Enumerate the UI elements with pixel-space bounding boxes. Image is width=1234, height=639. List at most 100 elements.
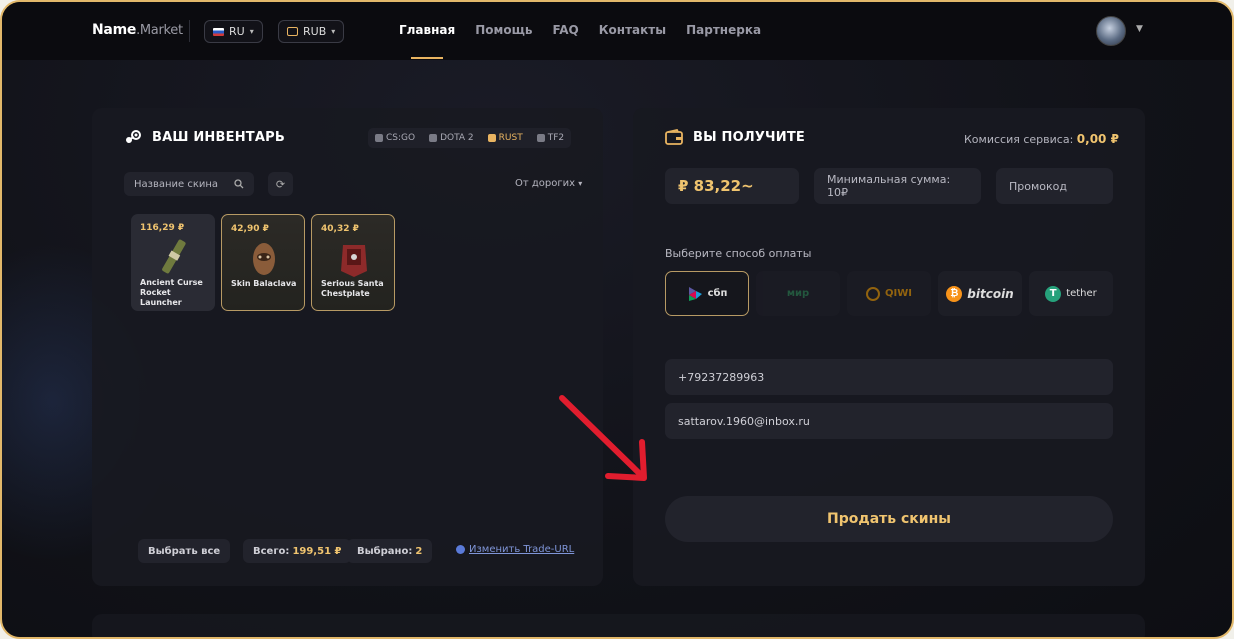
nav-partners[interactable]: Партнерка	[686, 23, 761, 37]
amount-value: ₽ 83,22~	[678, 177, 754, 195]
bitcoin-icon: ₿	[946, 285, 963, 302]
rocket-launcher-image	[162, 239, 186, 274]
tab-label: RUST	[498, 133, 523, 143]
refresh-button[interactable]: ⟳	[268, 172, 293, 196]
email-field[interactable]: sattarov.1960@inbox.ru	[665, 403, 1113, 439]
nav-home[interactable]: Главная	[399, 23, 455, 59]
logo-sub: .Market	[136, 23, 183, 38]
csgo-icon	[375, 134, 383, 142]
header: Name.Market RU ▾ RUB ▾ Главная Помощь FA…	[2, 2, 1232, 60]
phone-field[interactable]: +79237289963	[665, 359, 1113, 395]
trade-url-link[interactable]: Изменить Trade-URL	[456, 544, 574, 555]
wallet-icon	[665, 129, 683, 145]
payment-bitcoin[interactable]: ₿ bitcoin	[938, 271, 1022, 316]
bitcoin-label: bitcoin	[967, 286, 1014, 301]
commission-info: Комиссия сервиса: 0,00 ₽	[964, 132, 1119, 146]
main-nav: Главная Помощь FAQ Контакты Партнерка	[399, 23, 761, 59]
select-all-label: Выбрать все	[148, 545, 221, 557]
tether-label: tether	[1066, 288, 1097, 299]
commission-label: Комиссия сервиса:	[964, 133, 1074, 146]
total-badge: Всего: 199,51 ₽	[243, 539, 352, 563]
inventory-item[interactable]: 116,29 ₽ Ancient Curse Rocket Launcher	[131, 214, 215, 311]
search-icon	[234, 179, 244, 189]
commission-value: 0,00 ₽	[1076, 132, 1119, 146]
amount-display: ₽ 83,22~	[665, 168, 799, 204]
sort-dropdown[interactable]: От дорогих ▾	[515, 178, 582, 189]
sell-button-label: Продать скины	[827, 511, 951, 527]
avatar[interactable]	[1096, 16, 1126, 46]
tab-dota2[interactable]: DOTA 2	[422, 128, 481, 148]
tab-rust[interactable]: RUST	[481, 128, 530, 148]
tab-label: TF2	[547, 133, 565, 143]
rust-icon	[487, 134, 496, 142]
item-name: Ancient Curse Rocket Launcher	[140, 278, 203, 307]
language-value: RU	[229, 25, 245, 38]
min-sum-label: Минимальная сумма: 10₽	[827, 173, 951, 199]
chevron-down-icon: ▾	[331, 27, 336, 36]
qiwi-icon	[866, 286, 880, 301]
phone-value: +79237289963	[678, 370, 765, 384]
select-all-button[interactable]: Выбрать все	[138, 539, 231, 563]
inventory-item[interactable]: 42,90 ₽ Skin Balaclava	[221, 214, 305, 311]
steam-icon	[126, 130, 141, 143]
promo-input[interactable]: Промокод	[996, 168, 1113, 204]
chevron-down-icon[interactable]: ▼	[1136, 24, 1143, 34]
tab-tf2[interactable]: TF2	[530, 128, 571, 148]
wallet-icon	[287, 27, 298, 36]
inventory-item[interactable]: 40,32 ₽ Serious Santa Chestplate	[311, 214, 395, 311]
mir-label: мир	[786, 288, 810, 299]
item-price: 116,29 ₽	[140, 223, 185, 233]
total-label: Всего:	[253, 545, 290, 557]
dota2-icon	[429, 134, 438, 142]
search-input[interactable]: Название скина	[124, 172, 254, 196]
currency-value: RUB	[303, 25, 327, 38]
payment-tether[interactable]: T tether	[1029, 271, 1113, 316]
payment-label: Выберите способ оплаты	[665, 247, 812, 260]
payment-sbp[interactable]: сбп	[665, 271, 749, 316]
payment-mir[interactable]: мир	[756, 271, 840, 316]
refresh-icon: ⟳	[275, 177, 286, 191]
tab-label: DOTA 2	[440, 133, 474, 143]
nav-help[interactable]: Помощь	[475, 23, 532, 37]
app-frame: Name.Market RU ▾ RUB ▾ Главная Помощь FA…	[0, 0, 1234, 639]
tab-label: CS:GO	[386, 133, 416, 143]
language-select[interactable]: RU ▾	[204, 20, 263, 43]
sell-skins-button[interactable]: Продать скины	[665, 496, 1113, 542]
flag-icon	[213, 27, 224, 36]
total-value: 199,51 ₽	[292, 545, 342, 557]
trade-url-label: Изменить Trade-URL	[469, 544, 575, 555]
item-name: Skin Balaclava	[231, 279, 297, 288]
chestplate-image	[341, 245, 367, 277]
header-divider	[189, 20, 190, 42]
tab-csgo[interactable]: CS:GO	[368, 128, 422, 148]
sort-label: От дорогих	[515, 178, 576, 189]
sbp-label: сбп	[707, 288, 728, 299]
min-sum-display: Минимальная сумма: 10₽	[814, 168, 981, 204]
item-name: Serious Santa Chestplate	[321, 279, 384, 298]
sbp-icon	[688, 286, 702, 301]
payment-qiwi[interactable]: QIWI	[847, 271, 931, 316]
lower-section	[92, 614, 1145, 637]
tether-icon: T	[1045, 285, 1062, 302]
logo-main: Name	[92, 22, 137, 38]
logo[interactable]: Name.Market	[92, 22, 183, 38]
selected-badge: Выбрано: 2	[347, 539, 433, 563]
promo-placeholder: Промокод	[1009, 179, 1067, 193]
selected-label: Выбрано:	[357, 545, 413, 557]
chevron-down-icon: ▾	[249, 27, 254, 36]
chevron-down-icon: ▾	[578, 179, 583, 188]
nav-faq[interactable]: FAQ	[552, 23, 578, 37]
inventory-title: ВАШ ИНВЕНТАРЬ	[124, 129, 285, 145]
item-price: 40,32 ₽	[321, 224, 359, 234]
nav-contacts[interactable]: Контакты	[599, 23, 666, 37]
selected-value: 2	[415, 545, 423, 557]
item-price: 42,90 ₽	[231, 224, 269, 234]
game-tabs: CS:GO DOTA 2 RUST TF2	[368, 128, 572, 148]
link-icon	[456, 545, 465, 554]
balaclava-image	[253, 243, 275, 275]
search-placeholder: Название скина	[134, 178, 219, 190]
email-value: sattarov.1960@inbox.ru	[678, 414, 810, 428]
arrow-annotation-icon	[559, 395, 647, 481]
qiwi-label: QIWI	[885, 288, 912, 299]
currency-select[interactable]: RUB ▾	[278, 20, 345, 43]
